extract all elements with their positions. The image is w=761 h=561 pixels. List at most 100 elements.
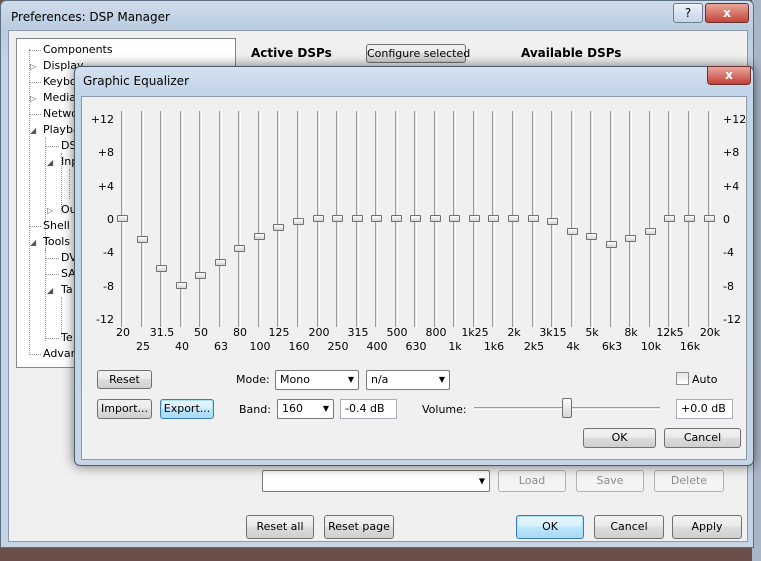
band-slider-thumb[interactable] xyxy=(117,215,128,222)
close-button[interactable]: x xyxy=(705,3,749,23)
band-slider-thumb[interactable] xyxy=(332,215,343,222)
expand-icon[interactable]: ▷ xyxy=(30,94,36,103)
window-title: Preferences: DSP Manager xyxy=(11,10,170,24)
band-slider-thumb[interactable] xyxy=(449,215,460,222)
preset-combo[interactable]: ▼ xyxy=(262,470,490,492)
band-slider-thumb[interactable] xyxy=(273,224,284,231)
frequency-label: 10k xyxy=(640,340,662,353)
frequency-label: 5k xyxy=(585,326,599,339)
band-slider-thumb[interactable] xyxy=(508,215,519,222)
band-slider-thumb[interactable] xyxy=(195,272,206,279)
mode-select[interactable]: Mono ▼ xyxy=(275,370,359,390)
tree-item-tools[interactable]: Tools xyxy=(43,235,70,248)
band-slider-thumb[interactable] xyxy=(391,215,402,222)
band-slider-track[interactable] xyxy=(238,111,241,327)
db-scale-right-label: -4 xyxy=(723,246,734,260)
volume-field[interactable]: +0.0 dB xyxy=(676,399,733,419)
load-button[interactable]: Load xyxy=(498,470,566,492)
band-slider-thumb[interactable] xyxy=(430,215,441,222)
band-slider-thumb[interactable] xyxy=(488,215,499,222)
band-slider-thumb[interactable] xyxy=(567,228,578,235)
band-gain-field[interactable]: -0.4 dB xyxy=(340,399,397,419)
reset-page-button[interactable]: Reset page xyxy=(324,515,394,539)
tree-item-te[interactable]: Te xyxy=(61,331,73,344)
band-slider-track[interactable] xyxy=(258,111,261,327)
cancel-button[interactable]: Cancel xyxy=(594,515,664,539)
band-slider-track[interactable] xyxy=(180,111,183,327)
band-slider-track[interactable] xyxy=(277,111,280,327)
band-slider-track[interactable] xyxy=(649,111,652,327)
tree-item-keyboard[interactable]: Keybo xyxy=(43,75,77,88)
eq-ok-button[interactable]: OK xyxy=(583,428,656,448)
auto-checkbox[interactable] xyxy=(676,372,689,385)
collapse-icon[interactable]: ◢ xyxy=(30,126,36,135)
band-slider-thumb[interactable] xyxy=(664,215,675,222)
band-slider-track[interactable] xyxy=(199,111,202,327)
band-slider-thumb[interactable] xyxy=(547,218,558,225)
delete-button[interactable]: Delete xyxy=(654,470,724,492)
band-slider-thumb[interactable] xyxy=(254,233,265,240)
tree-item-components[interactable]: Components xyxy=(43,43,113,56)
band-slider-track[interactable] xyxy=(141,111,144,327)
band-slider-thumb[interactable] xyxy=(410,215,421,222)
apply-button[interactable]: Apply xyxy=(672,515,742,539)
band-slider-thumb[interactable] xyxy=(156,265,167,272)
frequency-label: 200 xyxy=(308,326,330,339)
band-slider-thumb[interactable] xyxy=(586,233,597,240)
band-slider-thumb[interactable] xyxy=(371,215,382,222)
tree-item-media[interactable]: Media xyxy=(43,91,76,104)
tree-line xyxy=(29,354,41,355)
band-slider-track[interactable] xyxy=(590,111,593,327)
band-slider-thumb[interactable] xyxy=(528,215,539,222)
band-slider-track[interactable] xyxy=(571,111,574,327)
band-slider-thumb[interactable] xyxy=(469,215,480,222)
collapse-icon[interactable]: ◢ xyxy=(47,158,53,167)
tree-item-advanced[interactable]: Advan xyxy=(43,347,78,360)
band-slider-track[interactable] xyxy=(610,111,613,327)
band-slider-thumb[interactable] xyxy=(684,215,695,222)
mode-secondary-select[interactable]: n/a ▼ xyxy=(366,370,450,390)
tree-item-tagging[interactable]: Ta xyxy=(61,283,73,296)
band-slider-thumb[interactable] xyxy=(704,215,715,222)
band-slider-thumb[interactable] xyxy=(234,245,245,252)
volume-label: Volume: xyxy=(422,403,467,416)
band-slider-track[interactable] xyxy=(219,111,222,327)
frequency-label: 6k3 xyxy=(601,340,623,353)
band-slider-thumb[interactable] xyxy=(293,218,304,225)
band-slider-thumb[interactable] xyxy=(176,282,187,289)
expand-icon[interactable]: ▷ xyxy=(47,206,53,215)
tree-line xyxy=(29,82,41,83)
band-slider-thumb[interactable] xyxy=(645,228,656,235)
tree-item-networking[interactable]: Netwo xyxy=(43,107,78,120)
band-slider-thumb[interactable] xyxy=(137,236,148,243)
collapse-icon[interactable]: ◢ xyxy=(47,286,53,295)
volume-slider-thumb[interactable] xyxy=(562,398,572,418)
reset-all-button[interactable]: Reset all xyxy=(246,515,314,539)
frequency-label: 800 xyxy=(425,326,447,339)
band-select[interactable]: 160 ▼ xyxy=(277,399,334,419)
import-button[interactable]: Import... xyxy=(97,399,152,419)
band-slider-thumb[interactable] xyxy=(215,259,226,266)
reset-button[interactable]: Reset xyxy=(97,370,152,389)
band-slider-thumb[interactable] xyxy=(606,241,617,248)
frequency-label: 1k25 xyxy=(461,326,489,339)
collapse-icon[interactable]: ◢ xyxy=(30,238,36,247)
band-slider-thumb[interactable] xyxy=(625,235,636,242)
band-slider-track[interactable] xyxy=(160,111,163,327)
ok-button[interactable]: OK xyxy=(516,515,584,539)
save-button[interactable]: Save xyxy=(576,470,644,492)
band-slider-thumb[interactable] xyxy=(352,215,363,222)
frequency-label: 500 xyxy=(386,326,408,339)
band-slider-track[interactable] xyxy=(629,111,632,327)
eq-cancel-button[interactable]: Cancel xyxy=(664,428,741,448)
frequency-label: 40 xyxy=(175,340,189,353)
frequency-label: 400 xyxy=(366,340,388,353)
help-button[interactable]: ? xyxy=(673,3,703,23)
close-button[interactable]: x xyxy=(707,66,751,85)
export-button[interactable]: Export... xyxy=(160,399,214,419)
band-slider-thumb[interactable] xyxy=(313,215,324,222)
expand-icon[interactable]: ▷ xyxy=(30,62,36,71)
db-scale-left-label: -12 xyxy=(96,313,114,326)
tree-line xyxy=(29,50,41,51)
configure-selected-button[interactable]: Configure selected xyxy=(366,44,470,63)
